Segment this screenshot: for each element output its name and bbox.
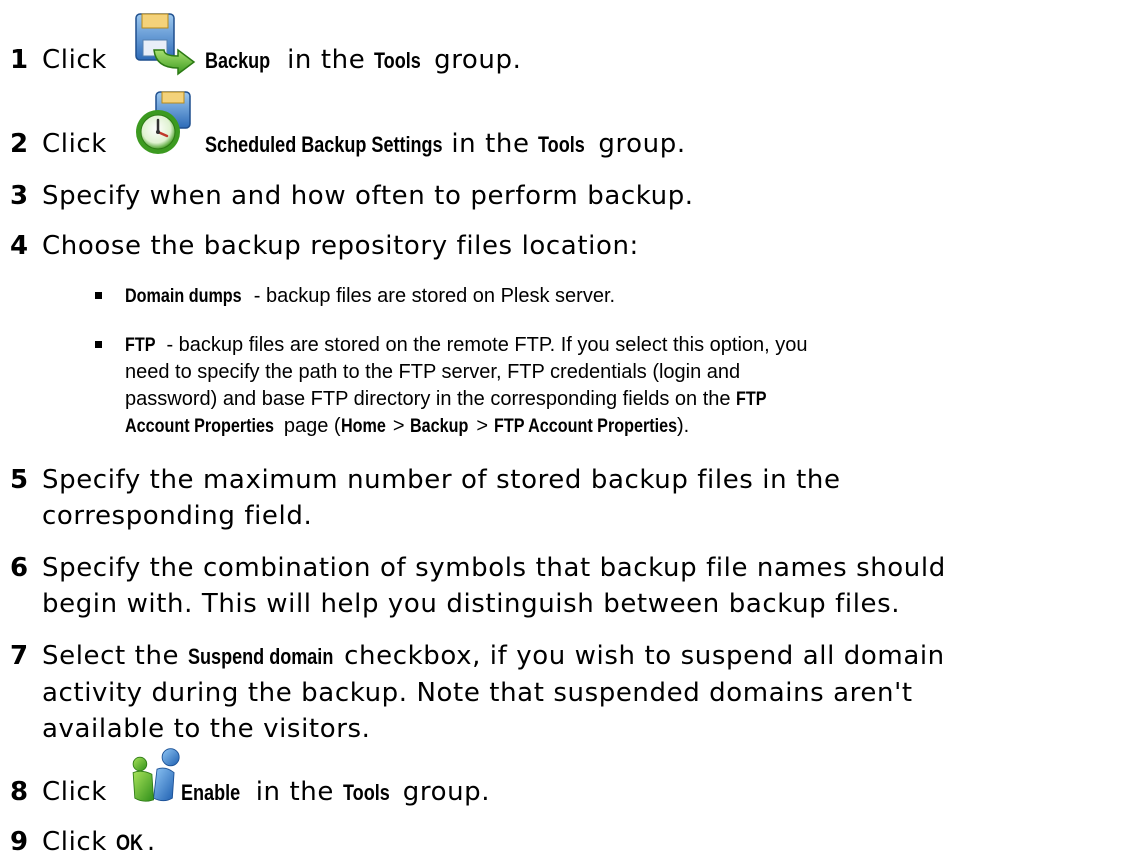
- path-home: Home: [340, 416, 386, 437]
- step-number: 3: [10, 181, 29, 211]
- backup-icon: [135, 13, 196, 76]
- backup-label: Backup: [204, 48, 270, 73]
- step-number: 8: [10, 777, 29, 807]
- step-number: 1: [10, 45, 29, 75]
- step-number: 5: [10, 465, 29, 495]
- ftp-label: FTP: [125, 335, 156, 356]
- tools-label: Tools: [538, 132, 586, 157]
- bullet-square: [95, 341, 102, 348]
- tools-label: Tools: [374, 48, 421, 73]
- enable-label: Enable: [180, 780, 240, 805]
- ok-label: OK: [115, 830, 143, 855]
- scheduled-backup-icon: [136, 91, 191, 154]
- enable-icon: [132, 748, 180, 802]
- bullet-square: [95, 292, 102, 299]
- path-backup: Backup: [410, 416, 469, 437]
- tools-label: Tools: [342, 780, 390, 805]
- step-number: 6: [10, 553, 29, 583]
- ftp-props-label-b: Account Properties: [125, 416, 274, 437]
- step-number: 2: [10, 129, 29, 159]
- step-number: 4: [10, 231, 29, 261]
- path-ftp-account-properties: FTP Account Properties: [493, 416, 677, 437]
- domain-dumps-label: Domain dumps: [125, 286, 242, 307]
- option-ftp: FTP - backup files are stored on the rem…: [85, 332, 1125, 444]
- ftp-props-label-a: FTP: [736, 389, 767, 410]
- suspend-domain-label: Suspend domain: [188, 644, 334, 669]
- scheduled-backup-settings-label: Scheduled Backup Settings: [204, 132, 443, 157]
- instructions-document: 1 Click Backup in the Tools group. 2 Cli…: [0, 0, 1133, 867]
- step-number: 9: [10, 827, 29, 857]
- step-number: 7: [10, 641, 29, 671]
